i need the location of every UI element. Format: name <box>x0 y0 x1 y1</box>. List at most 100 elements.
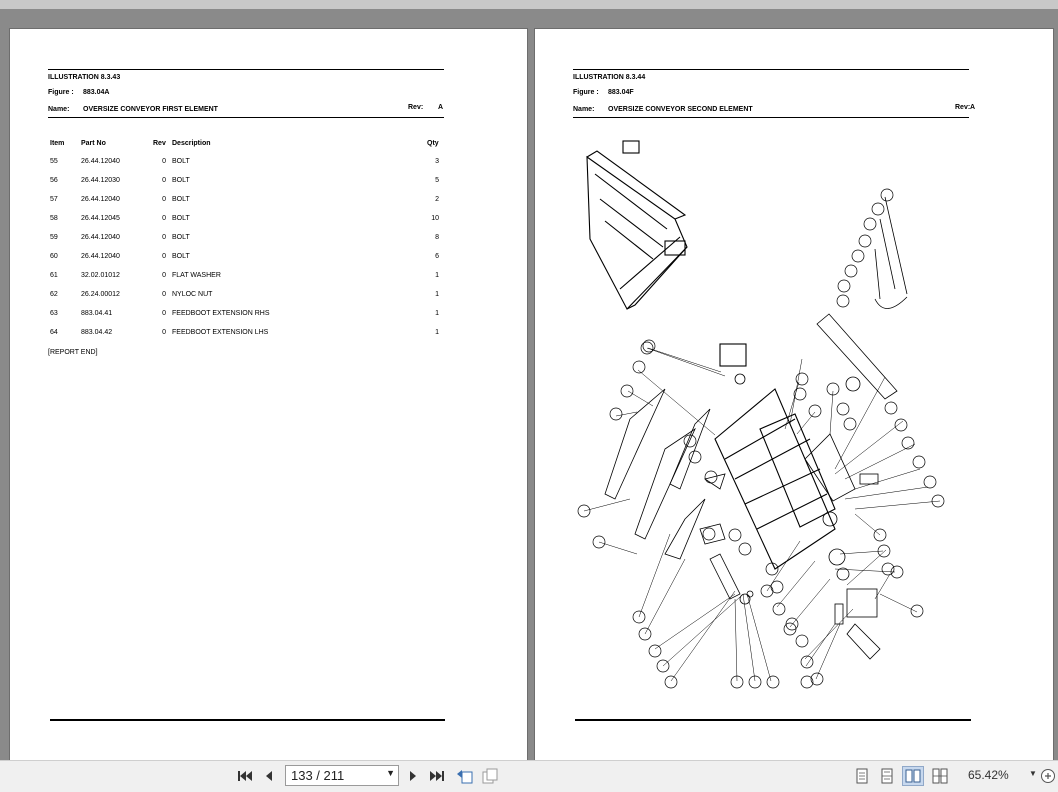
cell-rev: 0 <box>162 310 166 317</box>
side-rail-right <box>804 433 856 502</box>
illustration-title: ILLUSTRATION 8.3.43 <box>48 74 121 81</box>
name-label: Name: <box>573 106 595 113</box>
cell-part-no: 26.44.12045 <box>81 215 120 222</box>
cell-part-no: 26.44.12030 <box>81 177 120 184</box>
cell-description: FLAT WASHER <box>172 272 221 279</box>
next-page-icon[interactable] <box>403 766 423 786</box>
header-bottom-rule <box>48 117 444 118</box>
conveyor-frame-center <box>714 343 836 570</box>
next-view-icon[interactable] <box>480 766 500 786</box>
page-number-value: 133 / 211 <box>291 768 345 783</box>
cell-part-no: 883.04.42 <box>81 329 113 336</box>
cell-description: FEEDBOOT EXTENSION LHS <box>172 329 269 336</box>
cell-part-no: 32.02.01012 <box>81 272 120 279</box>
header-top-rule <box>573 69 969 70</box>
cell-part-no: 26.24.00012 <box>81 291 120 298</box>
zoom-level[interactable]: 65.42% <box>968 768 1009 782</box>
cell-qty: 5 <box>435 177 439 184</box>
cell-qty: 8 <box>435 234 439 241</box>
cell-item: 57 <box>50 196 58 203</box>
header-bottom-rule <box>573 117 969 118</box>
footer-rule <box>50 719 445 721</box>
cell-rev: 0 <box>162 291 166 298</box>
cell-description: BOLT <box>172 253 190 260</box>
continuous-icon[interactable] <box>877 766 897 786</box>
pdf-page-right: ILLUSTRATION 8.3.44 Figure : 883.04F Nam… <box>534 28 1054 763</box>
name-value: OVERSIZE CONVEYOR SECOND ELEMENT <box>608 106 753 113</box>
cell-description: FEEDBOOT EXTENSION RHS <box>172 310 270 317</box>
figure-value: 883.04A <box>83 89 110 96</box>
cell-qty: 1 <box>435 310 439 317</box>
figure-label: Figure : <box>48 89 74 96</box>
cell-rev: 0 <box>162 234 166 241</box>
col-header-rev: Rev <box>153 140 166 147</box>
name-value: OVERSIZE CONVEYOR FIRST ELEMENT <box>83 106 218 113</box>
report-end: [REPORT END] <box>48 349 98 356</box>
cell-qty: 1 <box>435 329 439 336</box>
cell-part-no: 26.44.12040 <box>81 158 120 165</box>
cell-rev: 0 <box>162 253 166 260</box>
header-top-rule <box>48 69 444 70</box>
zoom-dropdown-icon[interactable]: ▼ <box>1029 769 1037 778</box>
col-header-item: Item <box>50 140 65 147</box>
footer-rule <box>575 719 971 721</box>
cell-qty: 10 <box>431 215 439 222</box>
rev-value: A <box>438 104 444 111</box>
cell-description: BOLT <box>172 158 190 165</box>
figure-label: Figure : <box>573 89 599 96</box>
cell-description: NYLOC NUT <box>172 291 213 298</box>
cell-part-no: 26.44.12040 <box>81 234 120 241</box>
prev-view-icon[interactable] <box>455 766 475 786</box>
page-number-input[interactable]: 133 / 211 ▼ <box>285 765 399 786</box>
cell-item: 61 <box>50 272 58 279</box>
zoom-in-icon[interactable] <box>1038 766 1058 786</box>
cell-item: 63 <box>50 310 58 317</box>
prev-page-icon[interactable] <box>259 766 279 786</box>
col-header-part-no: Part No <box>81 140 106 147</box>
cell-rev: 0 <box>162 177 166 184</box>
illustration-title: ILLUSTRATION 8.3.44 <box>573 74 646 81</box>
document-viewport[interactable]: ILLUSTRATION 8.3.43 Figure : 883.04A Nam… <box>0 0 1058 763</box>
cell-rev: 0 <box>162 158 166 165</box>
cell-description: BOLT <box>172 177 190 184</box>
cell-rev: 0 <box>162 272 166 279</box>
cell-rev: 0 <box>162 215 166 222</box>
cell-description: BOLT <box>172 196 190 203</box>
pdf-page-left: ILLUSTRATION 8.3.43 Figure : 883.04A Nam… <box>9 28 528 763</box>
col-header-description: Description <box>172 140 211 147</box>
cell-qty: 1 <box>435 272 439 279</box>
cell-qty: 6 <box>435 253 439 260</box>
navigation-toolbar: 133 / 211 ▼ 65.42% ▼ <box>0 760 1058 792</box>
cell-item: 56 <box>50 177 58 184</box>
cell-item: 55 <box>50 158 58 165</box>
cell-qty: 1 <box>435 291 439 298</box>
facing-icon[interactable] <box>902 766 924 786</box>
first-page-icon[interactable] <box>235 766 255 786</box>
cell-part-no: 26.44.12040 <box>81 196 120 203</box>
cell-qty: 2 <box>435 196 439 203</box>
cell-description: BOLT <box>172 215 190 222</box>
cell-item: 64 <box>50 329 58 336</box>
conveyor-frame-top <box>586 140 688 310</box>
single-page-icon[interactable] <box>852 766 872 786</box>
roller-upper <box>816 313 898 400</box>
figure-value: 883.04F <box>608 89 634 96</box>
continuous-facing-icon[interactable] <box>930 766 950 786</box>
rev-label: Rev: <box>408 104 424 111</box>
cell-item: 62 <box>50 291 58 298</box>
rev-value: A <box>970 104 976 111</box>
cell-part-no: 26.44.12040 <box>81 253 120 260</box>
col-header-qty: Qty <box>427 140 439 147</box>
name-label: Name: <box>48 106 70 113</box>
cell-part-no: 883.04.41 <box>81 310 113 317</box>
chain-lines <box>874 196 908 300</box>
last-page-icon[interactable] <box>427 766 447 786</box>
cell-rev: 0 <box>162 196 166 203</box>
cell-description: BOLT <box>172 234 190 241</box>
cell-item: 58 <box>50 215 58 222</box>
cell-qty: 3 <box>435 158 439 165</box>
rev-label: Rev: <box>955 104 971 111</box>
exploded-conveyor-drawing-icon <box>577 140 945 689</box>
page-dropdown-icon[interactable]: ▼ <box>386 768 395 778</box>
cell-item: 59 <box>50 234 58 241</box>
